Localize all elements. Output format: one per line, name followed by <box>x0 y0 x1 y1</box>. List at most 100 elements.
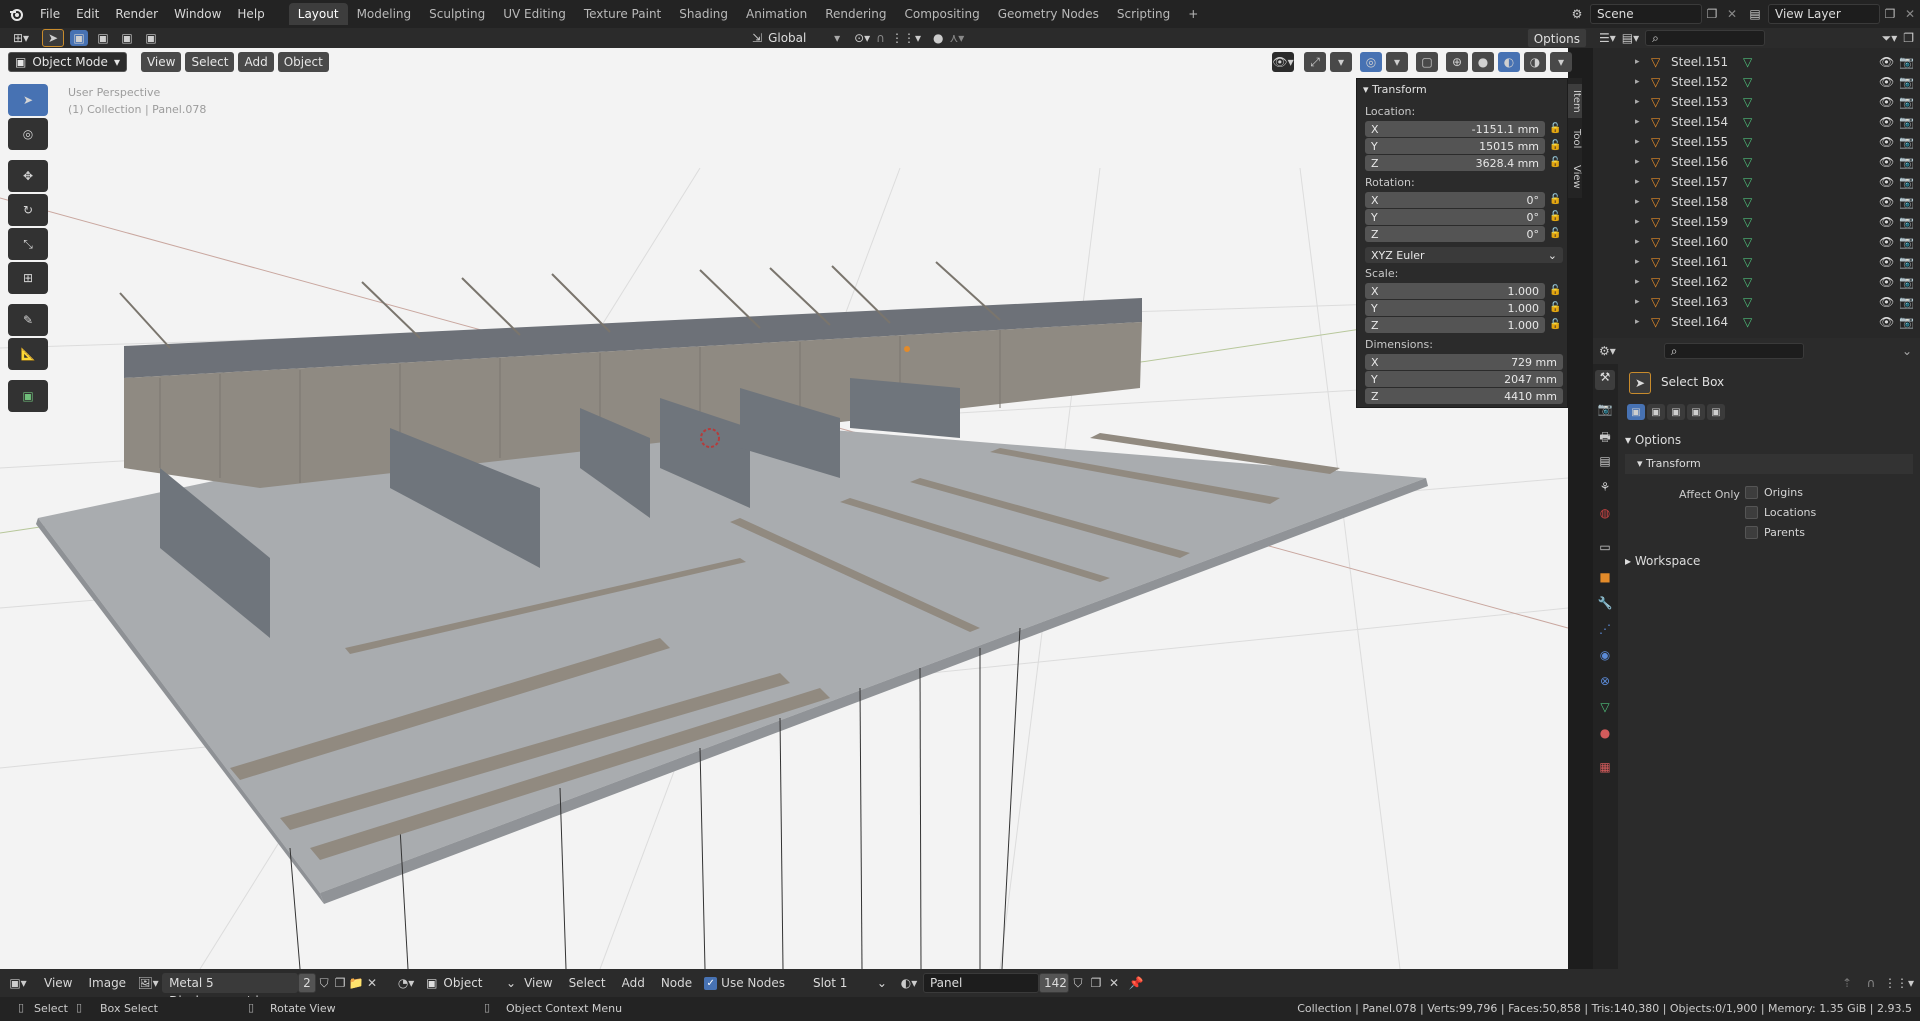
dimensions-x-field[interactable]: X 729 mm <box>1365 354 1563 370</box>
lock-icon[interactable]: 🔓 <box>1549 194 1561 206</box>
mesh-data-icon[interactable]: ▽ <box>1743 155 1752 169</box>
close-view-layer-icon[interactable]: ✕ <box>1900 7 1920 21</box>
shader-type-dropdown[interactable]: ▣ Object ⌄ <box>426 976 516 990</box>
select-mode-intersect-icon[interactable]: ▣ <box>1707 404 1725 420</box>
output-tab-icon[interactable]: 🖶 <box>1595 428 1615 449</box>
snap-grid-icon[interactable]: ⋮⋮▾ <box>891 31 921 45</box>
mesh-data-icon[interactable]: ▽ <box>1743 55 1752 69</box>
filter-icon[interactable]: ⏷▾ <box>1882 31 1898 46</box>
lock-icon[interactable]: 🔓 <box>1549 228 1561 240</box>
scale-tool-icon[interactable]: ⤡ <box>8 228 48 260</box>
snap-icon[interactable]: ∩ <box>876 31 885 45</box>
fake-user-icon[interactable]: ⛉ <box>1069 976 1087 991</box>
tab-item[interactable]: Item <box>1568 84 1582 118</box>
parent-node-tree-icon[interactable]: ⇡ <box>1836 976 1858 990</box>
expand-arrow-icon[interactable]: ▸ <box>1635 277 1640 287</box>
chevron-down-icon[interactable]: ⌄ <box>1902 344 1912 358</box>
scene-icon[interactable]: ⚙ <box>1564 7 1590 21</box>
location-y-field[interactable]: Y 15015 mm <box>1365 138 1545 154</box>
physics-tab-icon[interactable]: ◉ <box>1595 648 1615 662</box>
properties-editor-icon[interactable]: ⚙▾ <box>1599 344 1616 358</box>
render-camera-icon[interactable]: 📷 <box>1899 295 1914 309</box>
expand-arrow-icon[interactable]: ▸ <box>1635 137 1640 147</box>
particles-tab-icon[interactable]: ⋰ <box>1595 622 1615 636</box>
image-browse-icon[interactable]: 🖼▾ <box>134 976 162 990</box>
render-camera-icon[interactable]: 📷 <box>1899 275 1914 289</box>
image-view-menu[interactable]: View <box>36 969 80 997</box>
outliner-row[interactable]: ▸ ▽ Steel.160 ▽ 👁 📷 <box>1593 232 1920 252</box>
lock-icon[interactable]: 🔓 <box>1549 302 1561 314</box>
options-panel-header[interactable]: ▾ Options <box>1625 433 1913 447</box>
add-menu[interactable]: Add <box>238 52 274 72</box>
modifier-tab-icon[interactable]: 🔧 <box>1595 596 1615 610</box>
tab-geometry-nodes[interactable]: Geometry Nodes <box>989 3 1108 25</box>
visibility-eye-icon[interactable]: 👁 <box>1879 315 1894 329</box>
editor-type-icon[interactable]: ⊞▾ <box>6 30 36 46</box>
object-tab-icon[interactable]: ■ <box>1595 570 1615 584</box>
location-z-field[interactable]: Z 3628.4 mm <box>1365 155 1545 171</box>
xray-icon[interactable]: ▢ <box>1416 52 1438 72</box>
select-mode-new-icon[interactable]: ▣ <box>1627 404 1645 420</box>
expand-arrow-icon[interactable]: ▸ <box>1635 257 1640 267</box>
measure-tool-icon[interactable]: 📐 <box>8 338 48 370</box>
visibility-eye-icon[interactable]: 👁 <box>1879 155 1894 169</box>
node-editor-type-icon[interactable]: ◔▾ <box>386 976 426 990</box>
workspace-panel-header[interactable]: ▸ Workspace <box>1625 554 1913 568</box>
falloff-icon[interactable]: ⋏▾ <box>949 31 964 45</box>
expand-arrow-icon[interactable]: ▸ <box>1635 297 1640 307</box>
shading-wireframe-icon[interactable]: ⊕ <box>1446 52 1468 72</box>
outliner-row[interactable]: ▸ ▽ Steel.164 ▽ 👁 📷 <box>1593 312 1920 332</box>
tab-shading[interactable]: Shading <box>670 3 737 25</box>
select-mode-subtract-icon[interactable]: ▣ <box>1667 404 1685 420</box>
close-image-icon[interactable]: ✕ <box>364 976 380 990</box>
material-name-field[interactable]: Panel <box>922 973 1039 993</box>
rotate-tool-icon[interactable]: ↻ <box>8 194 48 226</box>
select-box-tool-icon[interactable]: ➤ <box>8 84 48 116</box>
lock-icon[interactable]: 🔓 <box>1549 157 1561 169</box>
unlink-material-icon[interactable]: ✕ <box>1105 976 1123 990</box>
visibility-eye-icon[interactable]: 👁 <box>1879 95 1894 109</box>
display-mode-icon[interactable]: ▤▾ <box>1622 31 1639 45</box>
view-layer-tab-icon[interactable]: ▤ <box>1595 454 1615 468</box>
transform-orientation-icon[interactable]: ⇲ <box>752 31 762 45</box>
shading-solid-icon[interactable]: ● <box>1472 52 1494 72</box>
visibility-eye-icon[interactable]: 👁 <box>1879 235 1894 249</box>
proportional-edit-icon[interactable]: ● <box>933 31 943 45</box>
outliner-row[interactable]: ▸ ▽ Steel.157 ▽ 👁 📷 <box>1593 172 1920 192</box>
render-camera-icon[interactable]: 📷 <box>1899 135 1914 149</box>
tab-rendering[interactable]: Rendering <box>816 3 895 25</box>
render-camera-icon[interactable]: 📷 <box>1899 95 1914 109</box>
select-mode-new-icon[interactable]: ▣ <box>70 30 88 46</box>
expand-arrow-icon[interactable]: ▸ <box>1635 77 1640 87</box>
options-button[interactable]: Options <box>1526 28 1587 48</box>
constraints-tab-icon[interactable]: ⊗ <box>1595 674 1615 688</box>
render-camera-icon[interactable]: 📷 <box>1899 215 1914 229</box>
render-camera-icon[interactable]: 📷 <box>1899 195 1914 209</box>
cursor-tool-icon[interactable]: ◎ <box>8 118 48 150</box>
tab-scripting[interactable]: Scripting <box>1108 3 1179 25</box>
annotate-tool-icon[interactable]: ✎ <box>8 304 48 336</box>
open-image-icon[interactable]: 📁 <box>348 976 364 990</box>
node-view-menu[interactable]: View <box>516 969 560 997</box>
lock-icon[interactable]: 🔓 <box>1549 285 1561 297</box>
view-layer-icon[interactable]: ▤ <box>1742 7 1768 21</box>
mesh-data-icon[interactable]: ▽ <box>1743 195 1752 209</box>
tab-compositing[interactable]: Compositing <box>895 3 988 25</box>
image-editor-type-icon[interactable]: ▣▾ <box>0 976 36 990</box>
menu-edit[interactable]: Edit <box>68 0 107 28</box>
outliner-search-input[interactable]: ⌕ <box>1645 30 1766 46</box>
mesh-data-icon[interactable]: ▽ <box>1743 115 1752 129</box>
image-users-count[interactable]: 2 <box>298 973 317 993</box>
material-users-count[interactable]: 142 <box>1038 973 1069 993</box>
select-mode-invert-icon[interactable]: ▣ <box>1687 404 1705 420</box>
material-tab-icon[interactable]: ● <box>1595 726 1615 740</box>
mesh-data-icon[interactable]: ▽ <box>1743 175 1752 189</box>
visibility-eye-icon[interactable]: 👁 <box>1879 75 1894 89</box>
render-camera-icon[interactable]: 📷 <box>1899 115 1914 129</box>
rotation-z-field[interactable]: Z 0° <box>1365 226 1545 242</box>
select-menu[interactable]: Select <box>185 52 235 72</box>
texture-tab-icon[interactable]: ▦ <box>1595 760 1615 774</box>
use-nodes-checkbox[interactable]: ✓ Use Nodes <box>704 976 785 990</box>
transform-tool-icon[interactable]: ⊞ <box>8 262 48 294</box>
gizmo-dropdown-icon[interactable]: ▾ <box>1330 52 1352 72</box>
